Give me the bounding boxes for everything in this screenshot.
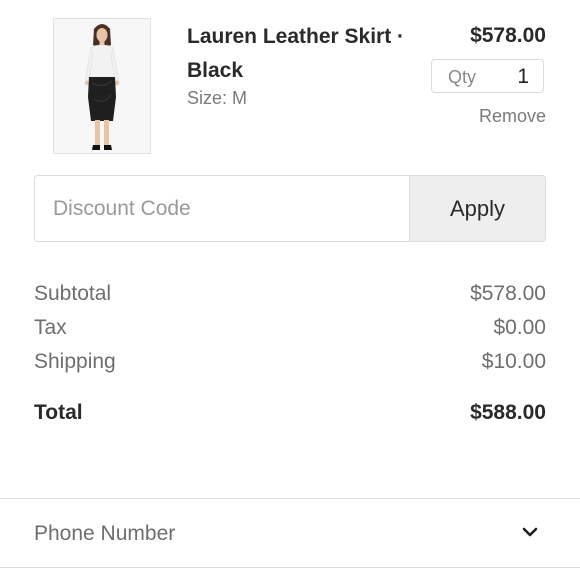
remove-item-link[interactable]: Remove bbox=[479, 106, 546, 127]
quantity-label: Qty bbox=[448, 67, 477, 87]
apply-discount-button[interactable]: Apply bbox=[409, 176, 545, 241]
total-value: $588.00 bbox=[470, 401, 546, 424]
shipping-label: Shipping bbox=[34, 350, 116, 373]
subtotal-value: $578.00 bbox=[470, 282, 546, 305]
product-image bbox=[53, 18, 151, 154]
total-label: Total bbox=[34, 401, 83, 424]
chevron-down-icon[interactable] bbox=[522, 526, 538, 538]
tax-value: $0.00 bbox=[493, 316, 546, 339]
discount-code-input[interactable] bbox=[35, 176, 409, 241]
divider bbox=[0, 567, 580, 568]
tax-label: Tax bbox=[34, 316, 67, 339]
skirt-model-photo bbox=[54, 19, 150, 153]
phone-number-label: Phone Number bbox=[34, 522, 176, 545]
discount-code-form: Apply bbox=[34, 175, 546, 242]
product-size: Size: M bbox=[187, 88, 248, 108]
quantity-field[interactable]: Qty 1 bbox=[431, 59, 544, 93]
quantity-value[interactable]: 1 bbox=[517, 65, 529, 89]
product-price: $578.00 bbox=[470, 24, 546, 47]
product-name: Lauren Leather Skirt · Black bbox=[187, 25, 405, 82]
phone-number-section[interactable]: Phone Number bbox=[0, 499, 580, 567]
subtotal-label: Subtotal bbox=[34, 282, 112, 305]
shipping-value: $10.00 bbox=[481, 350, 546, 373]
